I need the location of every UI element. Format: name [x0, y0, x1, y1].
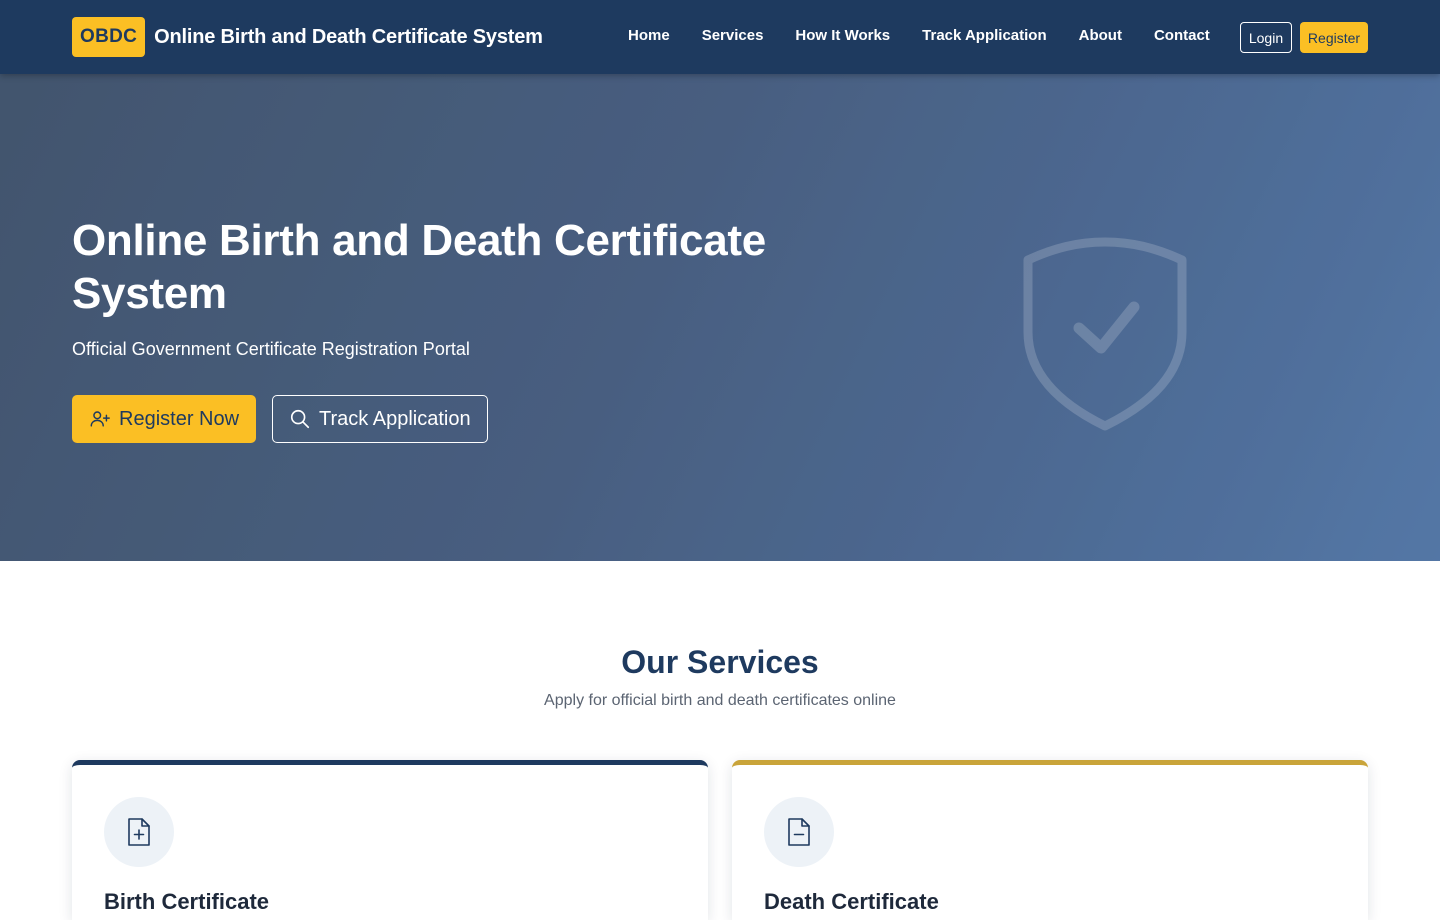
file-plus-icon: [104, 797, 174, 867]
register-now-button[interactable]: Register Now: [72, 395, 257, 443]
services-title: Our Services: [621, 644, 819, 680]
death-certificate-card[interactable]: Death Certificate: [732, 760, 1368, 920]
death-certificate-title: Death Certificate: [764, 889, 939, 914]
nav-link-home[interactable]: Home: [628, 27, 670, 44]
register-now-label: Register Now: [119, 407, 240, 430]
services-section: Our Services Apply for official birth an…: [0, 561, 1440, 920]
brand-badge: OBDC: [72, 17, 146, 57]
services-subtitle: Apply for official birth and death certi…: [544, 692, 896, 709]
search-icon: [289, 408, 311, 430]
file-minus-icon: [764, 797, 834, 867]
hero-actions: Register Now Track Application: [72, 395, 488, 443]
shield-check-icon: [1014, 234, 1196, 445]
register-button[interactable]: Register: [1300, 22, 1368, 53]
birth-certificate-title: Birth Certificate: [104, 889, 270, 914]
nav-link-how-it-works[interactable]: How It Works: [795, 27, 890, 44]
track-application-button[interactable]: Track Application: [272, 395, 488, 443]
nav-link-contact[interactable]: Contact: [1154, 27, 1210, 44]
top-navbar: OBDC Online Birth and Death Certificate …: [0, 0, 1440, 74]
login-button[interactable]: Login: [1240, 22, 1292, 53]
hero-section: Online Birth and Death Certificate Syste…: [0, 74, 1440, 561]
nav-link-services[interactable]: Services: [702, 27, 764, 44]
hero-title: Online Birth and Death Certificate Syste…: [72, 216, 766, 318]
nav-link-about[interactable]: About: [1079, 27, 1122, 44]
brand-logo[interactable]: OBDC Online Birth and Death Certificate …: [72, 17, 543, 57]
birth-certificate-card[interactable]: Birth Certificate: [72, 760, 708, 920]
brand-name: Online Birth and Death Certificate Syste…: [154, 25, 543, 48]
nav-link-track-application[interactable]: Track Application: [922, 27, 1046, 44]
hero-subtitle: Official Government Certificate Registra…: [72, 339, 470, 359]
track-application-label: Track Application: [319, 407, 471, 430]
main-nav: Home Services How It Works Track Applica…: [628, 27, 1210, 44]
user-plus-icon: [89, 408, 111, 430]
